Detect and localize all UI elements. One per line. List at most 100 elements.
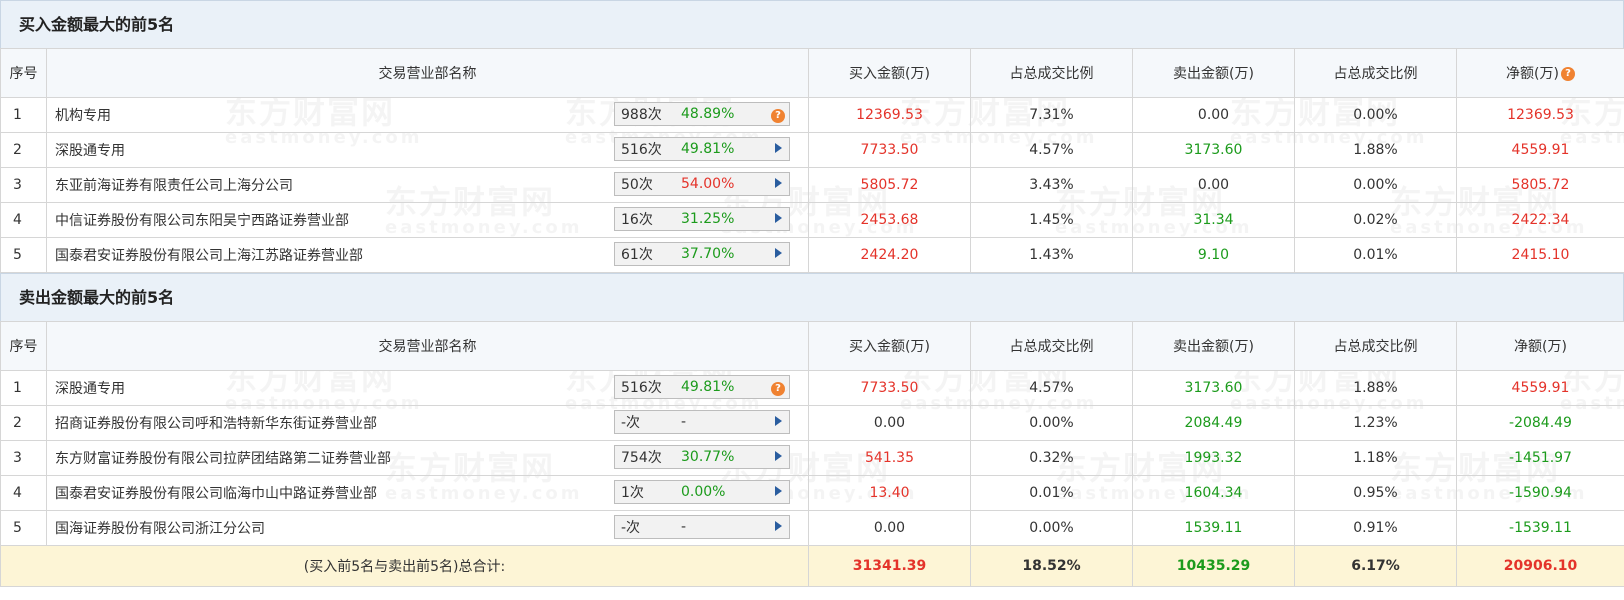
play-icon[interactable] [767,414,789,430]
col-buy-amount: 买入金额(万) [808,321,971,371]
branch-name-link[interactable]: 东方财富证券股份有限公司拉萨团结路第二证券营业部 [55,451,391,467]
win-rate: 0.00% [681,484,726,500]
col-sell-amount: 卖出金额(万) [1132,48,1295,98]
row-buy-amount: 12369.53 [808,97,971,133]
row-branch-cell: 国海证券股份有限公司浙江分公司 -次 - [46,510,809,546]
row-sell-amount: 1993.32 [1132,440,1295,476]
branch-stats-box[interactable]: 61次 37.70% [614,242,790,266]
row-sell-ratio: 0.02% [1294,202,1457,238]
win-rate: - [681,414,687,430]
sell-table: 序号 交易营业部名称 买入金额(万) 占总成交比例 卖出金额(万) 占总成交比例… [0,321,1624,587]
total-net-amount: 20906.10 [1456,545,1624,587]
branch-stats-box[interactable]: 1次 0.00% [614,480,790,504]
col-sell-ratio: 占总成交比例 [1294,321,1457,371]
total-buy-ratio: 18.52% [970,545,1133,587]
branch-name-link[interactable]: 国泰君安证券股份有限公司临海巾山中路证券营业部 [55,486,377,502]
row-buy-ratio: 7.31% [970,97,1133,133]
branch-stats-box[interactable]: 516次 49.81% [614,137,790,161]
row-seq: 2 [0,405,47,441]
total-row: (买入前5名与卖出前5名)总合计: 31341.39 18.52% 10435.… [0,545,1624,587]
branch-stats-box[interactable]: -次 - [614,515,790,539]
row-seq: 1 [0,370,47,406]
play-icon[interactable] [767,246,789,262]
row-sell-ratio: 0.91% [1294,510,1457,546]
row-branch-cell: 机构专用 988次 48.89%? [46,97,809,133]
row-branch-cell: 国泰君安证券股份有限公司临海巾山中路证券营业部 1次 0.00% [46,475,809,511]
win-rate: 31.25% [681,211,735,227]
trade-count: -次 [621,415,641,431]
total-sell-ratio: 6.17% [1294,545,1457,587]
row-sell-ratio: 1.88% [1294,370,1457,406]
table-row: 1 机构专用 988次 48.89%? 12369.53 7.31% 0.00 0.00% 12… [0,97,1624,133]
row-sell-amount: 2084.49 [1132,405,1295,441]
win-rate: - [681,519,687,535]
col-buy-ratio: 占总成交比例 [970,321,1133,371]
table-row: 5 国海证券股份有限公司浙江分公司 -次 - 0.00 0.00% 1539.11 0.91%… [0,510,1624,546]
row-buy-ratio: 0.01% [970,475,1133,511]
row-sell-ratio: 1.88% [1294,132,1457,168]
row-buy-ratio: 0.00% [970,405,1133,441]
branch-stats-box[interactable]: 16次 31.25% [614,207,790,231]
trade-count: 16次 [621,212,653,228]
col-buy-amount: 买入金额(万) [808,48,971,98]
row-buy-ratio: 0.00% [970,510,1133,546]
help-icon[interactable]: ? [767,379,789,396]
branch-name-link[interactable]: 机构专用 [55,108,111,124]
branch-stats-box[interactable]: 988次 48.89%? [614,102,790,126]
row-sell-amount: 1604.34 [1132,475,1295,511]
branch-name-link[interactable]: 深股通专用 [55,143,125,159]
branch-name-link[interactable]: 国泰君安证券股份有限公司上海江苏路证券营业部 [55,248,363,264]
play-icon[interactable] [767,519,789,535]
row-sell-amount: 0.00 [1132,97,1295,133]
win-rate: 37.70% [681,246,735,262]
col-net-amount: 净额(万)? [1456,48,1624,98]
row-branch-cell: 东方财富证券股份有限公司拉萨团结路第二证券营业部 754次 30.77% [46,440,809,476]
win-rate: 49.81% [681,379,735,395]
branch-stats-box[interactable]: -次 - [614,410,790,434]
row-sell-ratio: 0.01% [1294,237,1457,273]
row-net-amount: 2422.34 [1456,202,1624,238]
play-icon[interactable] [767,449,789,465]
row-buy-amount: 0.00 [808,405,971,441]
col-sell-amount: 卖出金额(万) [1132,321,1295,371]
help-icon[interactable]: ? [767,106,789,123]
row-buy-amount: 541.35 [808,440,971,476]
row-buy-ratio: 0.32% [970,440,1133,476]
row-sell-amount: 3173.60 [1132,370,1295,406]
table-row: 3 东亚前海证券有限责任公司上海分公司 50次 54.00% 5805.72 3.43% 0… [0,167,1624,203]
row-net-amount: 12369.53 [1456,97,1624,133]
branch-name-link[interactable]: 深股通专用 [55,381,125,397]
row-buy-amount: 13.40 [808,475,971,511]
branch-stats-box[interactable]: 50次 54.00% [614,172,790,196]
branch-name-link[interactable]: 中信证券股份有限公司东阳吴宁西路证券营业部 [55,213,349,229]
branch-stats-box[interactable]: 754次 30.77% [614,445,790,469]
branch-name-link[interactable]: 国海证券股份有限公司浙江分公司 [55,521,265,537]
trade-count: 988次 [621,107,662,123]
col-sell-ratio: 占总成交比例 [1294,48,1457,98]
branch-name-link[interactable]: 招商证券股份有限公司呼和浩特新华东街证券营业部 [55,416,377,432]
row-branch-cell: 招商证券股份有限公司呼和浩特新华东街证券营业部 -次 - [46,405,809,441]
row-seq: 3 [0,440,47,476]
row-sell-amount: 9.10 [1132,237,1295,273]
sell-header-row: 序号 交易营业部名称 买入金额(万) 占总成交比例 卖出金额(万) 占总成交比例… [0,321,1624,371]
play-icon[interactable] [767,211,789,227]
help-icon[interactable]: ? [1560,67,1575,81]
table-row: 2 招商证券股份有限公司呼和浩特新华东街证券营业部 -次 - 0.00 0.00% 2084… [0,405,1624,441]
row-buy-amount: 7733.50 [808,132,971,168]
row-buy-ratio: 1.43% [970,237,1133,273]
sell-section-title: 卖出金额最大的前5名 [0,273,1624,321]
branch-stats-box[interactable]: 516次 49.81%? [614,375,790,399]
play-icon[interactable] [767,176,789,192]
col-net-label: 净额(万) [1506,66,1559,82]
buy-section-title: 买入金额最大的前5名 [0,0,1624,48]
buy-table-body: 1 机构专用 988次 48.89%? 12369.53 7.31% 0.00 0.00% 12… [0,97,1624,273]
branch-name-link[interactable]: 东亚前海证券有限责任公司上海分公司 [55,178,293,194]
row-sell-ratio: 0.00% [1294,97,1457,133]
play-icon[interactable] [767,484,789,500]
total-sell-amount: 10435.29 [1132,545,1295,587]
row-buy-ratio: 3.43% [970,167,1133,203]
play-icon[interactable] [767,141,789,157]
total-label: (买入前5名与卖出前5名)总合计: [0,545,809,587]
dragon-tiger-list: 东方财富网eastmoney.com东方财富网eastmoney.com东方财富… [0,0,1624,600]
trade-count: 516次 [621,380,662,396]
